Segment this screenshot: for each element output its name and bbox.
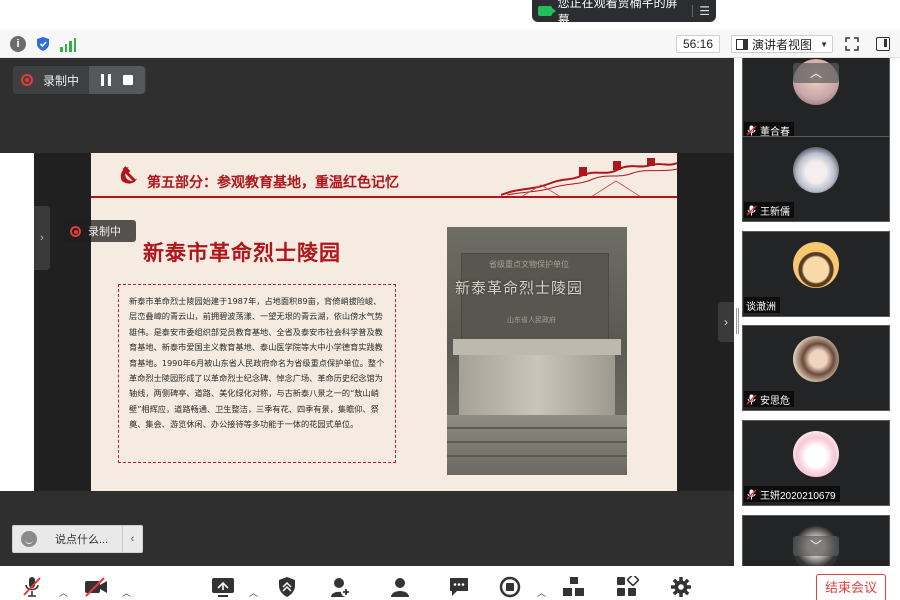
fullscreen-icon[interactable]	[845, 37, 859, 51]
chevron-up-icon[interactable]: ︿	[537, 586, 546, 599]
chevron-up-icon[interactable]: ︿	[793, 63, 839, 83]
participant-tile[interactable]: 王妍2020210679	[742, 420, 890, 506]
participant-tile[interactable]: 安思危	[742, 325, 890, 411]
security-icon[interactable]	[277, 576, 297, 598]
participant-name: 安思危	[760, 395, 790, 407]
step-line	[447, 427, 627, 429]
chat-icon[interactable]	[448, 576, 470, 598]
recording-dot-icon	[21, 74, 33, 86]
chevron-down-icon[interactable]: ﹀	[793, 536, 839, 556]
meeting-info-bar: i 56:16 演讲者视图 ▼	[0, 30, 900, 58]
chevron-up-icon[interactable]: ︿	[249, 586, 258, 599]
recording-label: 录制中	[43, 73, 80, 88]
meeting-window: 您正在观看贾楠芊的屏幕 ☰ i 56:16 演讲者视图 ▼ 录制中 › 第五部分…	[0, 0, 900, 600]
presentation-slide: 第五部分：参观教育基地，重温红色记忆 新泰市革命烈士陵园 新泰市革命烈士陵园始建…	[91, 153, 677, 491]
mic-off-icon	[746, 125, 757, 135]
right-panel-handle[interactable]: ›	[718, 302, 734, 342]
slide-header: 第五部分：参观教育基地，重温红色记忆	[91, 153, 677, 198]
participant-tile[interactable]: ︿ 董合春	[742, 58, 890, 142]
participants-panel: ︿ 董合春 王新儒 谈澈洲 安思危 王妍2020210679 ﹀	[742, 58, 900, 566]
chevron-up-icon[interactable]: ︿	[59, 586, 68, 599]
network-signal-icon[interactable]	[60, 36, 76, 52]
participant-tile[interactable]: ﹀	[742, 515, 890, 566]
stele-cap	[453, 339, 621, 355]
share-banner-text: 您正在观看贾楠芊的屏幕	[557, 0, 678, 27]
participant-tile[interactable]: 谈澈洲	[742, 231, 890, 317]
participant-name-tag: 安思危	[744, 391, 794, 407]
participant-avatar	[793, 431, 839, 477]
breakout-rooms-icon[interactable]	[562, 576, 586, 598]
shield-icon[interactable]	[35, 36, 51, 52]
slide-recording-indicator: 录制中	[64, 220, 136, 242]
pause-icon[interactable]	[101, 74, 111, 86]
left-panel-handle[interactable]: ›	[34, 206, 50, 270]
camera-off-icon[interactable]	[84, 576, 108, 598]
participant-name: 王新儒	[760, 206, 790, 218]
video-camera-icon	[538, 6, 556, 16]
participant-avatar	[793, 147, 839, 193]
apps-icon[interactable]	[616, 576, 640, 598]
chat-placeholder: 说点什么...	[55, 534, 109, 546]
record-icon[interactable]	[499, 576, 521, 598]
participant-name: 王妍2020210679	[760, 490, 836, 502]
mic-off-icon	[746, 489, 757, 499]
chat-input[interactable]: 说点什么... ‹	[12, 525, 143, 553]
mic-off-icon[interactable]	[22, 576, 42, 598]
slide-section-title: 第五部分：参观教育基地，重温红色记忆	[147, 175, 399, 191]
menu-icon[interactable]: ☰	[699, 4, 710, 18]
recording-buttons	[89, 66, 145, 94]
mic-off-icon	[746, 394, 757, 404]
stele-pedestal	[459, 355, 615, 417]
memorial-stele-photo: 省级重点文物保护单位 新泰革命烈士陵园 山东省人民政府	[447, 227, 627, 475]
participant-name-tag: 谈澈洲	[744, 297, 780, 313]
chevron-left-icon[interactable]: ‹	[122, 525, 142, 553]
view-mode-label: 演讲者视图	[752, 37, 813, 52]
mic-off-icon	[746, 205, 757, 215]
drag-handle-icon[interactable]	[736, 308, 739, 334]
speaker-view-icon	[736, 38, 748, 50]
stop-icon[interactable]	[123, 75, 133, 85]
photo-main-caption: 新泰革命烈士陵园	[455, 279, 584, 297]
chevron-down-icon: ▼	[820, 39, 828, 49]
hammer-sickle-icon	[120, 166, 137, 184]
meeting-timer: 56:16	[676, 35, 720, 53]
sidebar-toggle-icon[interactable]	[876, 37, 890, 51]
end-meeting-button[interactable]: 结束会议	[816, 574, 886, 600]
invite-icon[interactable]	[330, 576, 352, 598]
settings-gear-icon[interactable]	[670, 576, 692, 598]
view-mode-dropdown[interactable]: 演讲者视图 ▼	[731, 35, 833, 53]
slide-left-margin	[0, 153, 34, 491]
step-line	[447, 455, 627, 457]
participant-avatar	[793, 336, 839, 382]
participant-name-tag: 王新儒	[744, 202, 794, 218]
share-screen-icon[interactable]	[211, 576, 235, 598]
banner-divider	[692, 5, 694, 17]
info-icon[interactable]: i	[10, 36, 26, 52]
participants-icon[interactable]	[389, 576, 411, 598]
photo-sub-caption: 山东省人民政府	[507, 317, 556, 324]
recording-control: 录制中	[13, 66, 146, 94]
shared-screen-area: 录制中 › 第五部分：参观教育基地，重温红色记忆 新泰市革命烈士陵园 新泰市革命…	[0, 58, 734, 566]
participant-name: 谈澈洲	[746, 301, 776, 313]
participant-name-tag: 王妍2020210679	[744, 486, 840, 502]
photo-top-caption: 省级重点文物保护单位	[489, 260, 569, 269]
step-line	[447, 441, 627, 443]
meeting-toolbar: ︿ ︿ ︿ ︿ 结束会议	[0, 566, 900, 600]
slide-body-text: 新泰市革命烈士陵园始建于1987年，占地面积89亩，背倚峭拔险峻、层峦叠嶂的青云…	[118, 284, 396, 463]
participant-tile[interactable]: 王新儒	[742, 136, 890, 222]
slide-main-title: 新泰市革命烈士陵园	[143, 241, 341, 265]
chevron-up-icon[interactable]: ︿	[122, 586, 131, 599]
recording-dot-icon	[70, 225, 81, 237]
slide-header-rule	[91, 196, 677, 198]
participant-avatar	[793, 242, 839, 288]
emoji-icon[interactable]	[21, 531, 37, 547]
recording-label: 录制中	[88, 226, 121, 238]
stele-steps	[447, 415, 627, 475]
screen-share-banner[interactable]: 您正在观看贾楠芊的屏幕 ☰	[532, 0, 716, 27]
great-wall-decoration	[501, 158, 677, 197]
